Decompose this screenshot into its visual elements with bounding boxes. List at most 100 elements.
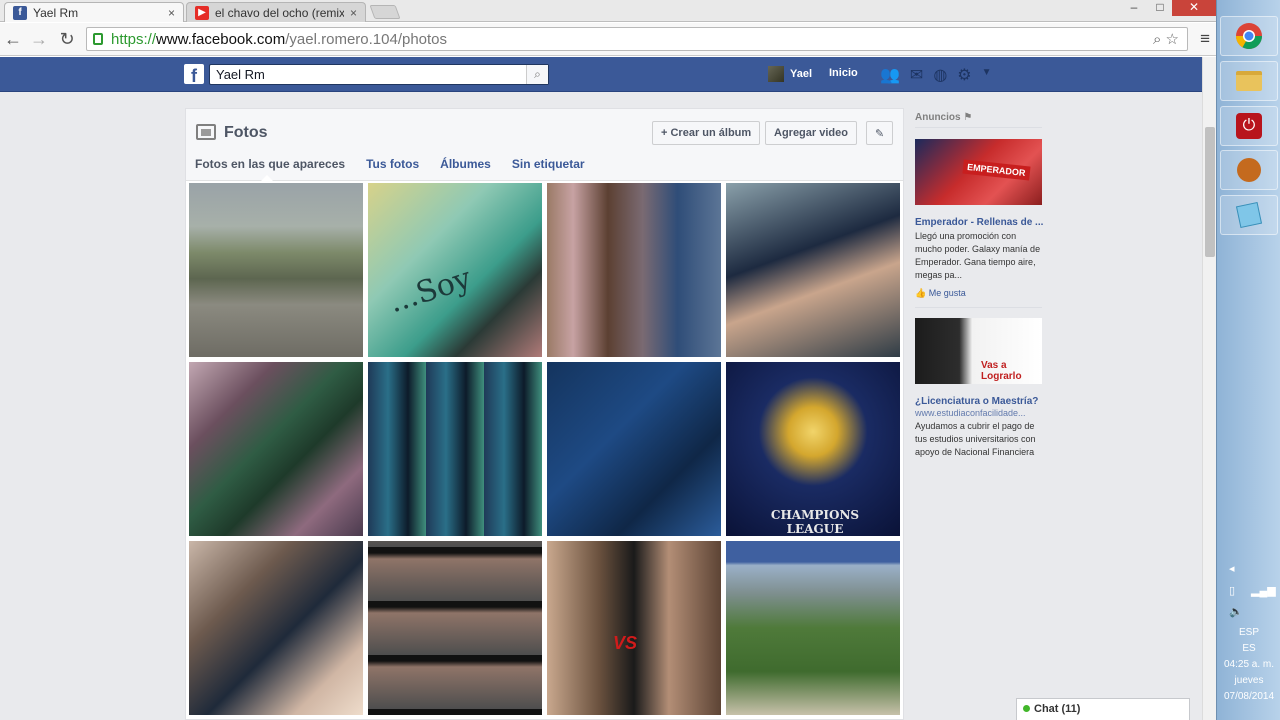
maximize-button[interactable]: □ bbox=[1146, 0, 1174, 16]
search-icon[interactable]: ⌕ bbox=[1153, 31, 1161, 48]
edit-icon[interactable]: ✎ bbox=[866, 121, 894, 145]
home-link[interactable]: Inicio bbox=[829, 67, 858, 79]
profile-link[interactable]: Yael bbox=[768, 66, 812, 82]
photo-thumbnail[interactable]: ...Soy bbox=[368, 183, 542, 357]
close-tab-icon[interactable]: × bbox=[350, 6, 357, 20]
back-icon[interactable]: ← bbox=[2, 29, 24, 49]
photo-thumbnail[interactable] bbox=[726, 183, 900, 357]
tab-untagged[interactable]: Sin etiquetar bbox=[512, 157, 585, 171]
thumbs-up-icon: 👍 bbox=[915, 288, 927, 298]
address-bar[interactable]: https://www.facebook.com/yael.romero.104… bbox=[86, 27, 1188, 51]
chevron-down-icon[interactable]: ▼ bbox=[982, 65, 992, 85]
ad-body: Ayudamos a cubrir el pago de tus estudio… bbox=[915, 421, 1036, 457]
browser-menu-icon[interactable]: ≡ bbox=[1200, 29, 1210, 49]
ad-title[interactable]: ¿Licenciatura o Maestría? bbox=[915, 396, 1045, 407]
photo-thumbnail[interactable] bbox=[189, 183, 363, 357]
ads-header: Anuncios ⚑ bbox=[915, 112, 973, 123]
ad-image[interactable]: EMPERADOR bbox=[915, 139, 1042, 205]
url-path: /yael.romero.104/photos bbox=[285, 30, 448, 48]
create-album-button[interactable]: + Crear un álbum bbox=[652, 121, 761, 145]
chat-bar[interactable]: Chat (11) bbox=[1016, 698, 1190, 720]
notifications-globe-icon[interactable]: ◍ bbox=[933, 65, 947, 85]
tab-your-photos[interactable]: Tus fotos bbox=[366, 157, 419, 171]
browser-tab-strip: f Yael Rm × ▶ el chavo del ocho (remix) … bbox=[0, 0, 1216, 22]
active-tab-caret bbox=[261, 175, 273, 181]
url-host: www.facebook.com bbox=[156, 30, 286, 48]
online-dot-icon bbox=[1023, 705, 1030, 712]
avatar bbox=[768, 66, 784, 82]
photo-thumbnail[interactable]: VS bbox=[547, 541, 721, 715]
photo-thumbnail[interactable] bbox=[726, 541, 900, 715]
photo-thumbnail[interactable]: CHAMPIONS LEAGUE bbox=[726, 362, 900, 536]
search-value: Yael Rm bbox=[216, 67, 265, 82]
divider bbox=[915, 127, 1042, 128]
photos-header: Fotos + Crear un álbum Agregar video ✎ F… bbox=[186, 109, 903, 181]
ad-body: Llegó una promoción con mucho poder. Gal… bbox=[915, 231, 1041, 280]
clock-time[interactable]: 04:25 a. m. bbox=[1217, 659, 1280, 670]
network-icon[interactable]: ▂▄▆ bbox=[1251, 584, 1276, 597]
bookmark-star-icon[interactable]: ☆ bbox=[1166, 31, 1179, 48]
new-tab-button[interactable] bbox=[369, 5, 401, 19]
ad-url[interactable]: www.estudiaconfacilidade... bbox=[915, 408, 1045, 418]
add-video-button[interactable]: Agregar video bbox=[765, 121, 857, 145]
photo-thumbnail[interactable] bbox=[368, 362, 542, 536]
youtube-favicon-icon: ▶ bbox=[195, 5, 209, 20]
divider bbox=[915, 307, 1042, 308]
chat-label: Chat (11) bbox=[1034, 703, 1081, 715]
ad-image[interactable]: Vas a Lograrlo bbox=[915, 318, 1042, 384]
search-icon[interactable]: ⌕ bbox=[526, 65, 548, 84]
battery-icon[interactable]: ▯ bbox=[1229, 584, 1235, 597]
browser-tab-facebook[interactable]: f Yael Rm × bbox=[4, 2, 184, 22]
scrollbar-thumb[interactable] bbox=[1205, 127, 1215, 257]
flag-icon: ⚑ bbox=[963, 112, 973, 123]
show-hidden-icons[interactable]: ◂ bbox=[1229, 562, 1235, 575]
photo-thumbnail[interactable] bbox=[368, 541, 542, 715]
like-link[interactable]: 👍 Me gusta bbox=[915, 288, 966, 299]
photo-thumbnail[interactable] bbox=[189, 541, 363, 715]
minimize-button[interactable]: ‒ bbox=[1120, 0, 1148, 16]
page-title: Fotos bbox=[224, 124, 268, 141]
lock-icon bbox=[93, 33, 103, 45]
photo-thumbnail[interactable] bbox=[547, 362, 721, 536]
photos-tabs: Fotos en las que apareces Tus fotos Álbu… bbox=[195, 157, 606, 171]
clock-day: jueves bbox=[1234, 675, 1264, 686]
language-indicator[interactable]: ESP bbox=[1217, 627, 1280, 638]
photos-card: Fotos + Crear un álbum Agregar video ✎ F… bbox=[185, 108, 904, 720]
photo-thumbnail[interactable] bbox=[547, 183, 721, 357]
power-icon: ⏻ bbox=[1236, 113, 1262, 139]
ad-image-text: Vas a Lograrlo bbox=[981, 360, 1022, 382]
clock-date: 07/08/2014 bbox=[1223, 691, 1275, 702]
facebook-favicon-icon: f bbox=[13, 5, 27, 20]
photo-thumbnail[interactable] bbox=[189, 362, 363, 536]
tab-title: el chavo del ocho (remix) bbox=[215, 5, 344, 20]
facebook-top-bar: f Yael Rm ⌕ Yael Inicio 👥 ✉ ◍ ⚙ ▼ bbox=[0, 57, 1202, 92]
settings-icon[interactable]: ⚙ bbox=[957, 65, 971, 85]
tab-title: Yael Rm bbox=[33, 5, 79, 20]
tab-photos-of-you[interactable]: Fotos en las que apareces bbox=[195, 157, 345, 171]
messages-icon[interactable]: ✉ bbox=[910, 65, 923, 85]
power-app-taskbar-icon[interactable]: ⏻ bbox=[1220, 106, 1278, 146]
close-tab-icon[interactable]: × bbox=[168, 6, 175, 20]
facebook-search-input[interactable]: Yael Rm ⌕ bbox=[209, 64, 549, 85]
chrome-icon bbox=[1235, 23, 1263, 50]
browser-tab-youtube[interactable]: ▶ el chavo del ocho (remix) × bbox=[186, 2, 366, 22]
notepad-taskbar-icon[interactable] bbox=[1220, 195, 1278, 235]
page-scrollbar[interactable] bbox=[1202, 57, 1216, 720]
ad-title[interactable]: Emperador - Rellenas de ... bbox=[915, 217, 1045, 228]
browser-toolbar: ← → ↻ https://www.facebook.com/yael.rome… bbox=[0, 23, 1216, 56]
ad-image-text: EMPERADOR bbox=[962, 159, 1031, 181]
notebook-icon bbox=[1235, 201, 1263, 229]
tab-albums[interactable]: Álbumes bbox=[440, 157, 491, 171]
friend-requests-icon[interactable]: 👥 bbox=[880, 65, 900, 85]
keyboard-layout[interactable]: ES bbox=[1217, 643, 1280, 654]
volume-icon[interactable]: 🔈 bbox=[1229, 605, 1243, 618]
close-window-button[interactable]: ✕ bbox=[1172, 0, 1216, 16]
photos-icon bbox=[196, 124, 216, 140]
chrome-taskbar-icon[interactable] bbox=[1220, 16, 1278, 56]
forward-icon[interactable]: → bbox=[28, 29, 50, 49]
photo-overlay-text: VS bbox=[613, 633, 638, 653]
facebook-logo-icon[interactable]: f bbox=[184, 64, 204, 86]
game-taskbar-icon[interactable] bbox=[1220, 150, 1278, 190]
file-explorer-taskbar-icon[interactable] bbox=[1220, 61, 1278, 101]
reload-icon[interactable]: ↻ bbox=[56, 29, 78, 49]
